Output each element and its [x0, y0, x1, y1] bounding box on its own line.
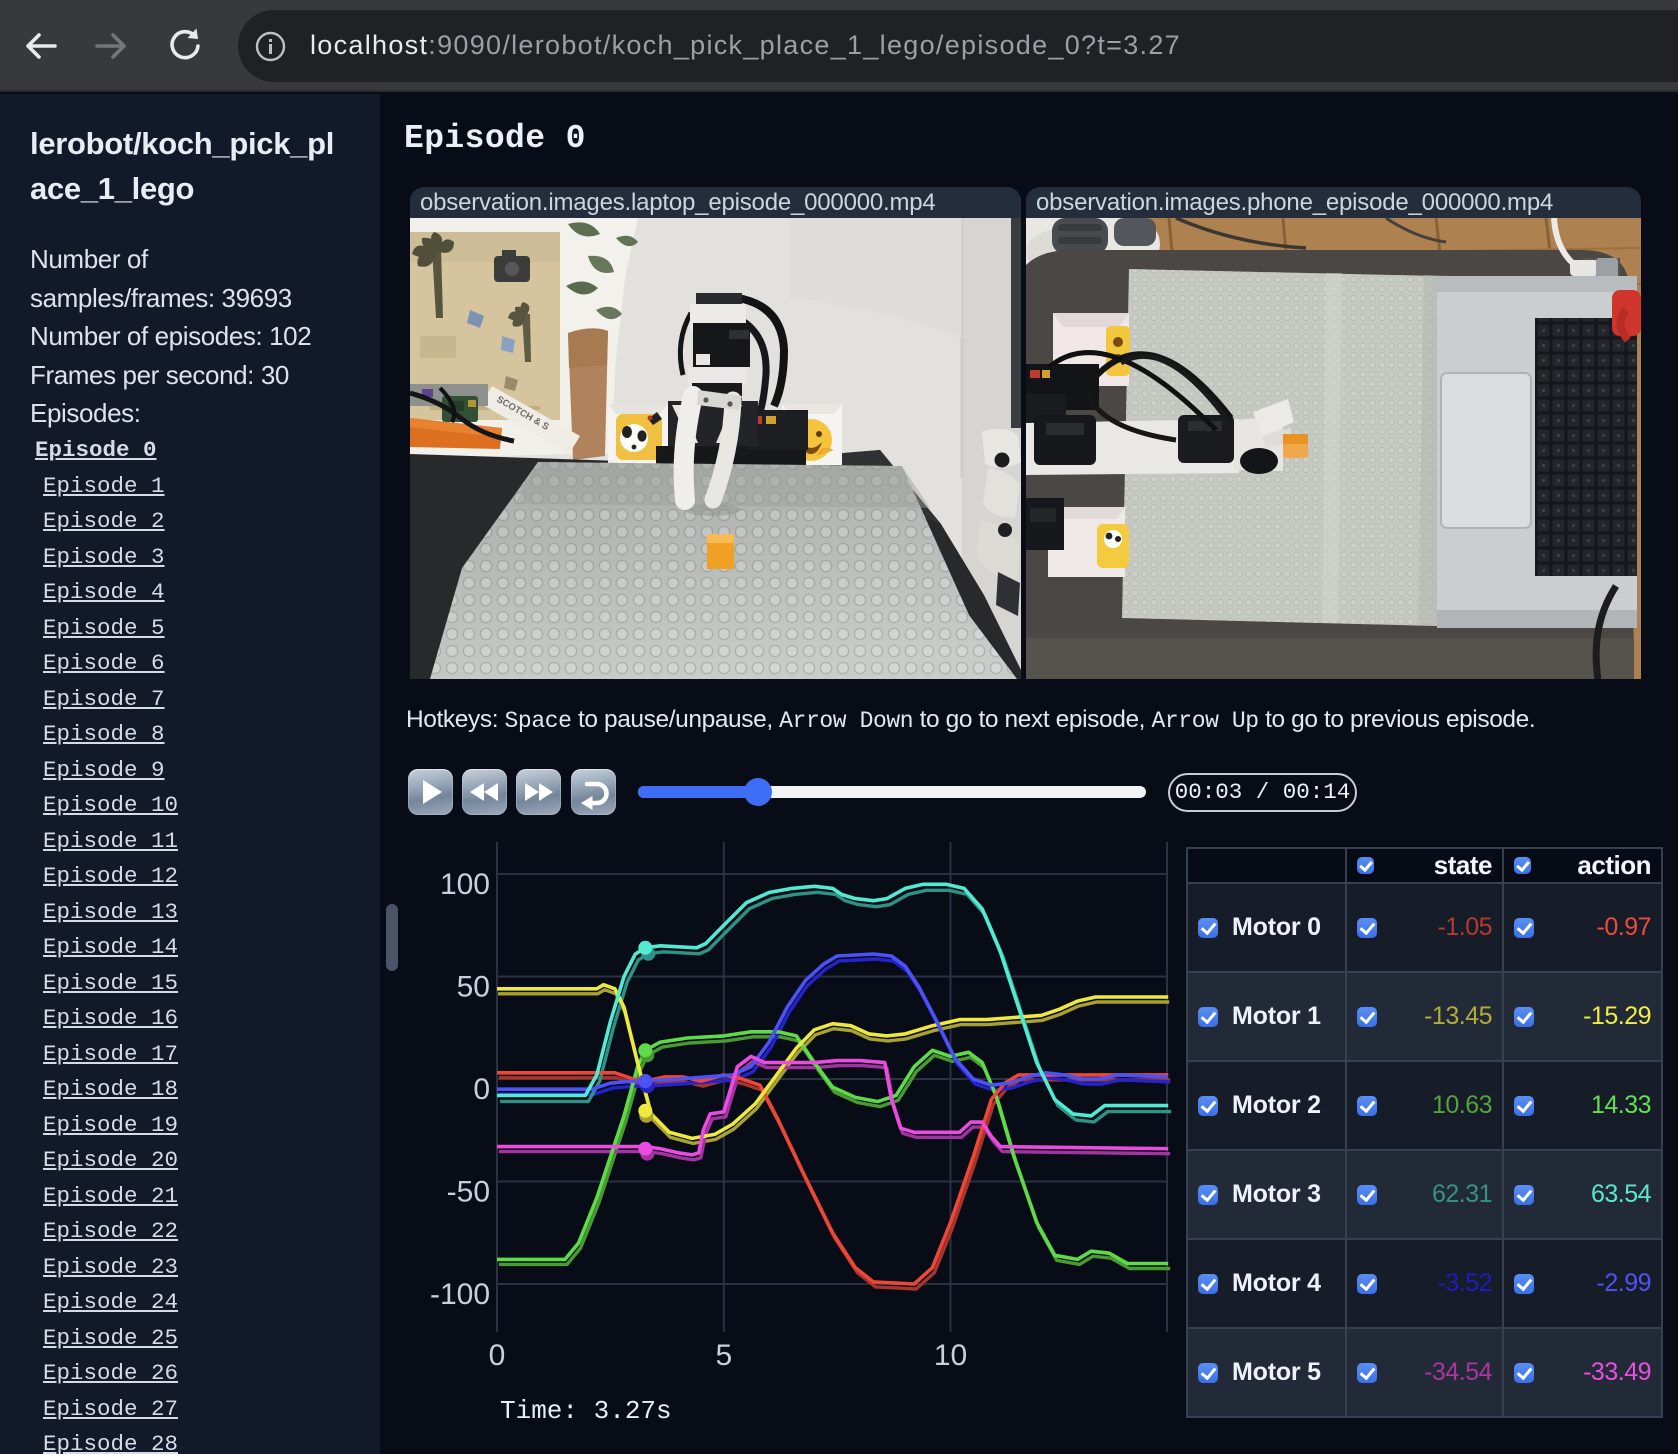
svg-text:0: 0 — [473, 1073, 490, 1106]
svg-text:5: 5 — [715, 1339, 732, 1372]
svg-text:50: 50 — [457, 971, 490, 1004]
svg-text:-100: -100 — [430, 1278, 490, 1311]
svg-text:-50: -50 — [447, 1176, 490, 1209]
svg-text:10: 10 — [934, 1339, 967, 1372]
svg-text:100: 100 — [440, 868, 490, 901]
svg-text:0: 0 — [489, 1339, 506, 1372]
svg-text:Time: 3.27s: Time: 3.27s — [500, 1396, 672, 1426]
